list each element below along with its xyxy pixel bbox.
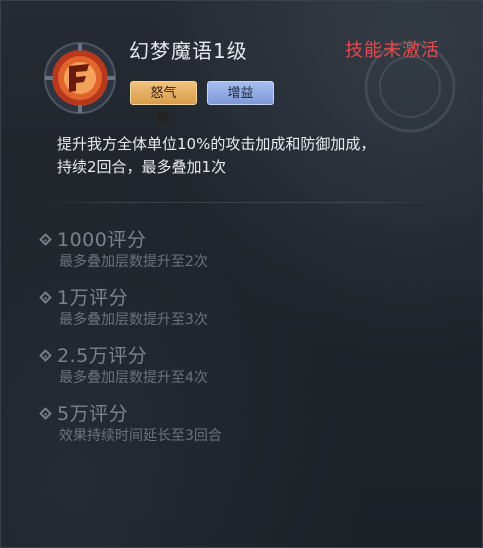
diamond-bullet-icon: [39, 291, 52, 304]
tier-description: 最多叠加层数提升至3次: [59, 312, 208, 328]
tier-title: 5万评分: [57, 403, 129, 425]
tier-title: 1000评分: [57, 229, 147, 251]
skill-emblem-icon[interactable]: [43, 41, 117, 115]
skill-status-label: 技能未激活: [345, 40, 440, 61]
tier-title: 1万评分: [57, 287, 129, 309]
diamond-bullet-icon: [39, 407, 52, 420]
skill-tooltip-panel: 幻梦魔语1级 技能未激活 怒气技 增益 提升我方全体单位10%的攻击加成和防御加…: [0, 0, 483, 548]
tier-description: 最多叠加层数提升至4次: [59, 370, 208, 386]
skill-description: 提升我方全体单位10%的攻击加成和防御加成， 持续2回合，最多叠加1次: [57, 133, 447, 179]
tier-title: 2.5万评分: [57, 345, 148, 367]
tier-description: 最多叠加层数提升至2次: [59, 254, 208, 270]
tier-description: 效果持续时间延长至3回合: [59, 428, 222, 444]
skill-description-line-2: 持续2回合，最多叠加1次: [57, 158, 227, 176]
diamond-bullet-icon: [39, 233, 52, 246]
skill-description-line-1: 提升我方全体单位10%的攻击加成和防御加成，: [57, 135, 376, 153]
tag-rage-skill: 怒气技: [130, 81, 197, 125]
diamond-bullet-icon: [39, 349, 52, 362]
skill-name: 幻梦魔语1级: [129, 39, 248, 63]
section-divider: [41, 202, 441, 203]
tag-buff: 增益: [207, 81, 274, 105]
